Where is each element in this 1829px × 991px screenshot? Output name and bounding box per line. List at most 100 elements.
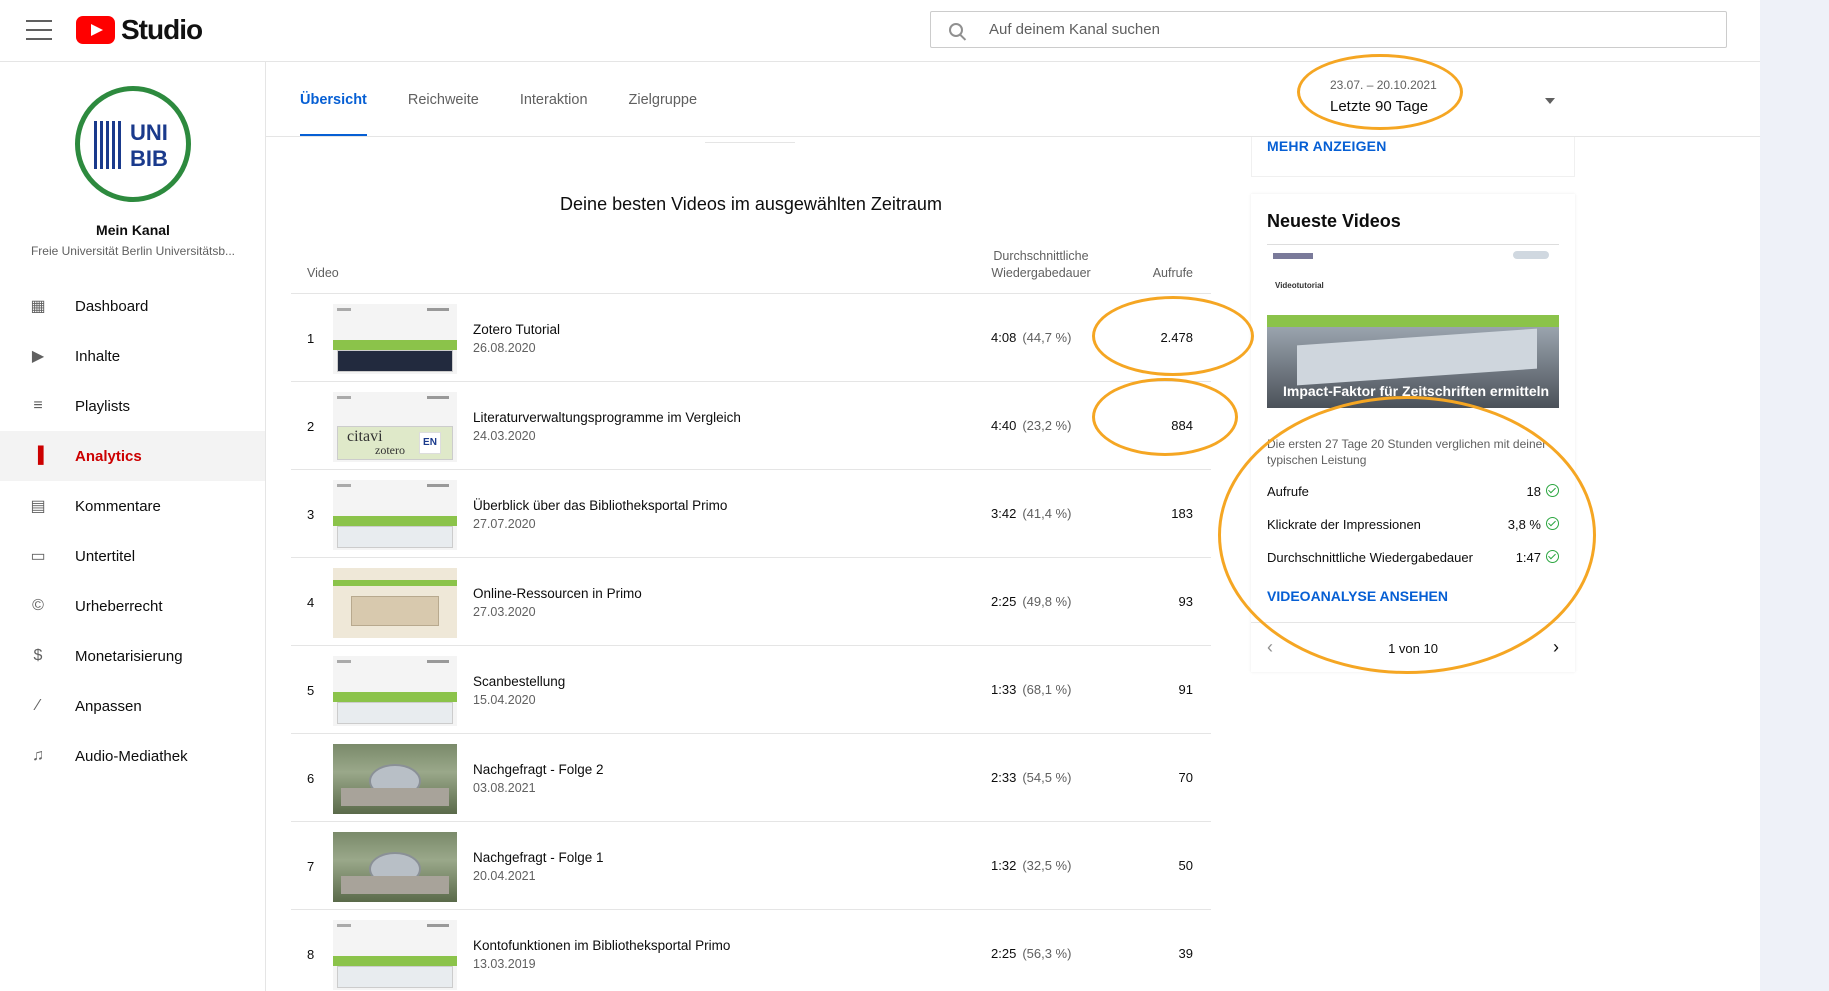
sidebar-item-dashboard[interactable]: ▦ Dashboard — [0, 281, 265, 331]
metric-row: Klickrate der Impressionen 3,8 % — [1267, 517, 1559, 532]
video-thumbnail[interactable] — [333, 656, 457, 726]
column-header-video: Video — [307, 266, 339, 280]
avg-duration: 1:32 (32,5 %) — [991, 858, 1071, 873]
table-row[interactable]: 6 Nachgefragt - Folge 2 03.08.2021 2:33 (54,… — [291, 734, 1211, 822]
video-thumbnail[interactable]: citavi zotero EN — [333, 392, 457, 462]
tab-übersicht[interactable]: Übersicht — [300, 62, 367, 137]
tab-interaktion[interactable]: Interaktion — [520, 62, 588, 137]
avatar-logo-bars — [94, 121, 121, 169]
chevron-down-icon[interactable] — [1545, 98, 1555, 104]
duration-percent: (23,2 %) — [1022, 418, 1072, 433]
tab-zielgruppe[interactable]: Zielgruppe — [629, 62, 698, 137]
sidebar-item-label: Dashboard — [75, 297, 149, 315]
video-analysis-link[interactable]: VIDEOANALYSE ANSEHEN — [1267, 588, 1448, 604]
avg-duration: 1:33 (68,1 %) — [991, 682, 1071, 697]
search-bar[interactable] — [930, 11, 1727, 48]
table-header: Video Durchschnittliche Wiedergabedauer … — [291, 246, 1211, 294]
chevron-right-icon[interactable]: › — [1553, 637, 1559, 658]
duration-percent: (41,4 %) — [1022, 506, 1072, 521]
row-index: 3 — [307, 507, 315, 522]
sidebar-nav: ▦ Dashboard ▶ Inhalte ≡ Playlists ▐ Analytics ▤ K… — [0, 281, 265, 781]
video-title[interactable]: Zotero Tutorial — [473, 322, 560, 337]
table-row[interactable]: 5 Scanbestellung 15.04.2020 1:33 (68,1 %) 91 — [291, 646, 1211, 734]
magic-wand-icon: ⁄ — [36, 697, 40, 714]
check-circle-icon — [1546, 517, 1559, 530]
video-date: 15.04.2020 — [473, 693, 536, 707]
channel-avatar[interactable]: UNI BIB — [75, 86, 191, 202]
sidebar-item-urheberrecht[interactable]: © Urheberrecht — [0, 581, 265, 631]
video-thumbnail[interactable] — [333, 832, 457, 902]
video-date: 27.07.2020 — [473, 517, 536, 531]
video-thumbnail[interactable] — [333, 920, 457, 990]
video-title[interactable]: Kontofunktionen im Bibliotheksportal Pri… — [473, 938, 730, 953]
sidebar-item-untertitel[interactable]: ▭ Untertitel — [0, 531, 265, 581]
video-title[interactable]: Scanbestellung — [473, 674, 565, 689]
avg-duration: 2:25 (56,3 %) — [991, 946, 1071, 961]
top-videos-table: 1 Zotero Tutorial 26.08.2020 4:08 (44,7 %) 2.… — [291, 294, 1211, 991]
dashboard-icon: ▦ — [30, 298, 46, 315]
avg-duration: 3:42 (41,4 %) — [991, 506, 1071, 521]
avatar-text-bottom: BIB — [130, 146, 168, 171]
top-videos-title: Deine besten Videos im ausgewählten Zeit… — [560, 194, 942, 214]
sidebar-item-kommentare[interactable]: ▤ Kommentare — [0, 481, 265, 531]
video-title[interactable]: Online-Ressourcen in Primo — [473, 586, 642, 601]
sidebar-item-monetarisierung[interactable]: $ Monetarisierung — [0, 631, 265, 681]
table-row[interactable]: 2 citavi zotero EN Literaturverwaltungsprogr… — [291, 382, 1211, 470]
date-range-picker[interactable]: 23.07. – 20.10.2021 Letzte 90 Tage — [1330, 78, 1437, 115]
thumbnail-band — [1267, 315, 1559, 327]
video-thumbnail[interactable] — [333, 480, 457, 550]
table-row[interactable]: 4 Online-Ressourcen in Primo 27.03.2020 2:2… — [291, 558, 1211, 646]
pager: ‹ 1 von 10 › — [1251, 622, 1575, 672]
video-date: 26.08.2020 — [473, 341, 536, 355]
duration-percent: (56,3 %) — [1022, 946, 1072, 961]
sidebar: UNI BIB Mein Kanal Freie Universität Ber… — [0, 62, 266, 991]
right-background-strip — [1760, 0, 1829, 991]
duration-value: 2:33 — [991, 770, 1017, 785]
duration-percent: (54,5 %) — [1022, 770, 1072, 785]
tab-reichweite[interactable]: Reichweite — [408, 62, 479, 137]
show-more-link[interactable]: MEHR ANZEIGEN — [1267, 138, 1387, 154]
duration-value: 4:40 — [991, 418, 1017, 433]
sidebar-item-audio-mediathek[interactable]: ♫ Audio-Mediathek — [0, 731, 265, 781]
check-circle-icon — [1546, 484, 1559, 497]
video-title[interactable]: Überblick über das Bibliotheksportal Pri… — [473, 498, 727, 513]
video-title[interactable]: Literaturverwaltungsprogramme im Verglei… — [473, 410, 741, 425]
sidebar-item-anpassen[interactable]: ⁄ Anpassen — [0, 681, 265, 731]
table-row[interactable]: 1 Zotero Tutorial 26.08.2020 4:08 (44,7 %) 2.… — [291, 294, 1211, 382]
sidebar-item-playlists[interactable]: ≡ Playlists — [0, 381, 265, 431]
row-index: 2 — [307, 419, 315, 434]
search-icon[interactable] — [949, 22, 963, 37]
latest-video-thumbnail[interactable]: Videotutorial Impact-Faktor für Zeitschr… — [1267, 244, 1559, 408]
row-index: 8 — [307, 947, 315, 962]
video-title[interactable]: Nachgefragt - Folge 1 — [473, 850, 604, 865]
menu-icon[interactable] — [26, 20, 52, 40]
duration-value: 2:25 — [991, 594, 1017, 609]
sidebar-item-label: Playlists — [75, 397, 131, 415]
table-row[interactable]: 3 Überblick über das Bibliotheksportal Pr… — [291, 470, 1211, 558]
analytics-icon: ▐ — [32, 447, 44, 464]
avg-duration: 4:40 (23,2 %) — [991, 418, 1071, 433]
table-row[interactable]: 8 Kontofunktionen im Bibliotheksportal Pr… — [291, 910, 1211, 991]
duration-value: 1:33 — [991, 682, 1017, 697]
video-title[interactable]: Nachgefragt - Folge 2 — [473, 762, 604, 777]
metric-row: Aufrufe 18 — [1267, 484, 1559, 499]
channel-subtitle: Freie Universität Berlin Universitätsb..… — [30, 244, 236, 258]
channel-title: Mein Kanal — [96, 222, 170, 238]
video-thumbnail[interactable] — [333, 568, 457, 638]
audio-library-icon: ♫ — [32, 747, 44, 764]
sidebar-item-inhalte[interactable]: ▶ Inhalte — [0, 331, 265, 381]
video-date: 13.03.2019 — [473, 957, 536, 971]
studio-logo[interactable]: Studio — [76, 14, 203, 46]
playlist-icon: ≡ — [33, 397, 43, 414]
video-date: 24.03.2020 — [473, 429, 536, 443]
metric-value: 3,8 % — [1507, 517, 1541, 532]
search-input[interactable] — [989, 21, 1589, 38]
sidebar-item-analytics[interactable]: ▐ Analytics — [0, 431, 265, 481]
comments-icon: ▤ — [30, 498, 46, 515]
video-thumbnail[interactable] — [333, 304, 457, 374]
video-thumbnail[interactable] — [333, 744, 457, 814]
table-row[interactable]: 7 Nachgefragt - Folge 1 20.04.2021 1:32 (32,… — [291, 822, 1211, 910]
column-header-duration: Durchschnittliche Wiedergabedauer — [991, 249, 1091, 280]
sidebar-item-label: Analytics — [75, 447, 142, 465]
sidebar-item-label: Anpassen — [75, 697, 142, 715]
